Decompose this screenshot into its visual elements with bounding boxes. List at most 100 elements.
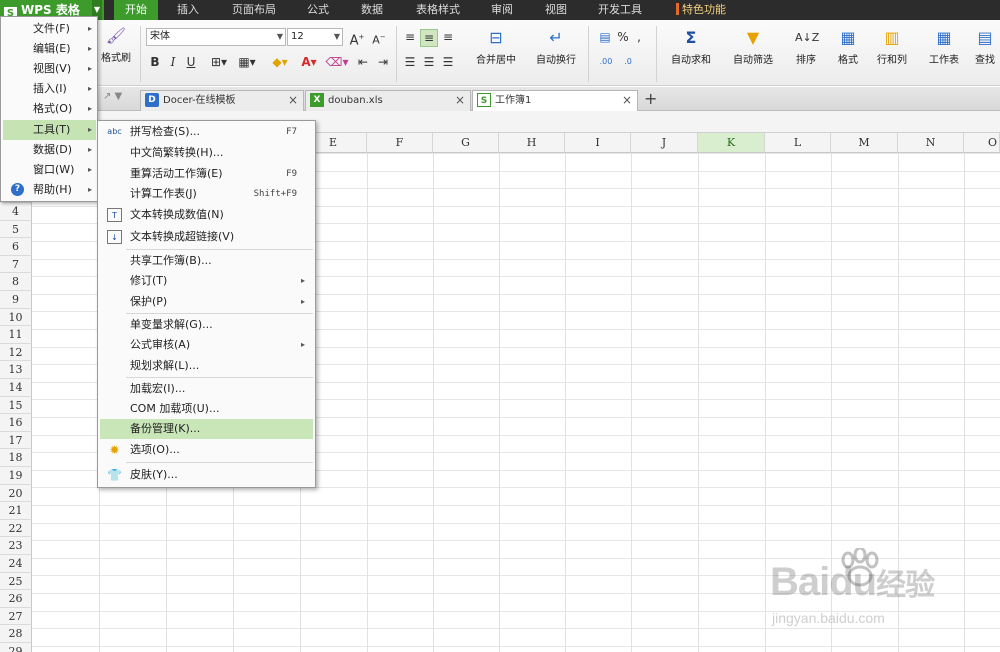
row-header[interactable]: 20 — [0, 484, 32, 503]
menu-item-backup-management[interactable]: 备份管理(K)... — [100, 419, 313, 439]
column-header[interactable]: O — [964, 133, 1000, 153]
align-middle-icon[interactable]: ≡ — [420, 29, 438, 47]
increase-font-icon[interactable]: A+ — [348, 29, 366, 49]
row-header[interactable]: 16 — [0, 414, 32, 432]
row-header[interactable]: 26 — [0, 590, 32, 608]
row-header[interactable]: 4 — [0, 203, 32, 221]
column-header[interactable]: H — [499, 133, 565, 153]
close-icon[interactable]: × — [622, 91, 632, 110]
tab-insert[interactable]: 插入 — [168, 0, 208, 20]
format-button[interactable]: ▦ 格式 — [830, 28, 866, 66]
row-header[interactable]: 18 — [0, 449, 32, 467]
sort-button[interactable]: A↓Z 排序 — [786, 28, 826, 66]
row-header[interactable]: 17 — [0, 431, 32, 450]
merge-center-button[interactable]: ⊟ 合并居中 — [466, 28, 526, 66]
menu-item-spell-check[interactable]: abc 拼写检查(S)... F7 — [100, 122, 313, 142]
italic-button[interactable]: I — [166, 54, 180, 70]
column-header[interactable]: N — [898, 133, 964, 153]
fill-color-icon[interactable]: ◆▾ — [266, 54, 294, 70]
menu-item-add-ins[interactable]: 加载宏(I)... — [100, 379, 313, 399]
row-header[interactable]: 27 — [0, 607, 32, 626]
worksheet-button[interactable]: ▦ 工作表 — [922, 28, 966, 66]
row-header[interactable]: 22 — [0, 519, 32, 538]
menu-item-com-add-ins[interactable]: COM 加载项(U)... — [100, 399, 313, 419]
menu-item-text-to-number[interactable]: T 文本转换成数值(N) — [100, 205, 313, 225]
row-header[interactable]: 23 — [0, 537, 32, 555]
row-header[interactable]: 24 — [0, 555, 32, 573]
column-header-selected[interactable]: K — [698, 133, 765, 153]
menu-item-view[interactable]: 视图(V) ▸ — [3, 59, 96, 79]
menu-item-edit[interactable]: 编辑(E) ▸ — [3, 39, 96, 59]
menu-item-window[interactable]: 窗口(W) ▸ — [3, 160, 96, 180]
column-header[interactable]: I — [565, 133, 631, 153]
rows-cols-button[interactable]: ▥ 行和列 — [870, 28, 914, 66]
row-header[interactable]: 10 — [0, 308, 32, 327]
doc-tab-douban[interactable]: X douban.xls × — [305, 90, 471, 111]
row-header[interactable]: 6 — [0, 238, 32, 256]
row-header[interactable]: 12 — [0, 343, 32, 362]
borders-icon[interactable]: ⊞▾ — [206, 54, 232, 70]
tab-special-features[interactable]: 特色功能 — [670, 0, 732, 20]
menu-item-calc-sheet[interactable]: 计算工作表(J) Shift+F9 — [100, 184, 313, 204]
column-header[interactable]: G — [433, 133, 499, 153]
autosum-button[interactable]: Σ 自动求和 — [664, 28, 718, 66]
font-name-select[interactable]: 宋体 ▼ — [146, 28, 286, 46]
doc-tab-docer[interactable]: D Docer-在线模板 × — [140, 90, 304, 111]
column-header[interactable]: F — [367, 133, 433, 153]
tab-nav-arrows[interactable]: ↗ ▼ — [103, 91, 122, 102]
menu-item-text-to-hyperlink[interactable]: ↓ 文本转换成超链接(V) — [100, 227, 313, 247]
menu-item-protect[interactable]: 保护(P) ▸ — [100, 292, 313, 312]
row-header[interactable]: 19 — [0, 467, 32, 485]
align-center-icon[interactable]: ☰ — [420, 54, 438, 70]
tab-formulas[interactable]: 公式 — [298, 0, 338, 20]
align-top-icon[interactable]: ≡ — [402, 29, 418, 45]
new-tab-plus-icon[interactable]: + — [644, 90, 657, 108]
align-bottom-icon[interactable]: ≡ — [440, 29, 456, 45]
find-button[interactable]: ▤ 查找 — [970, 28, 1000, 66]
percent-button[interactable]: % — [616, 29, 630, 45]
menu-item-format[interactable]: 格式(O) ▸ — [3, 99, 96, 119]
close-icon[interactable]: × — [455, 91, 465, 110]
tab-page-layout[interactable]: 页面布局 — [224, 0, 284, 20]
menu-item-share-workbook[interactable]: 共享工作簿(B)... — [100, 251, 313, 271]
row-header[interactable]: 8 — [0, 273, 32, 291]
row-header[interactable]: 25 — [0, 572, 32, 591]
menu-item-formula-auditing[interactable]: 公式审核(A) ▸ — [100, 335, 313, 355]
tab-data[interactable]: 数据 — [352, 0, 392, 20]
underline-button[interactable]: U — [184, 54, 198, 70]
indent-decrease-icon[interactable]: ⇤ — [356, 54, 370, 70]
tab-developer[interactable]: 开发工具 — [590, 0, 650, 20]
wrap-text-button[interactable]: ↵ 自动换行 — [530, 28, 582, 66]
column-header[interactable]: L — [765, 133, 831, 153]
row-header[interactable]: 14 — [0, 379, 32, 397]
row-header[interactable]: 15 — [0, 396, 32, 415]
row-header[interactable]: 28 — [0, 625, 32, 643]
bold-button[interactable]: B — [148, 54, 162, 70]
menu-item-tools[interactable]: 工具(T) ▸ — [3, 120, 96, 140]
row-header[interactable]: 13 — [0, 361, 32, 379]
menu-item-recalc-workbook[interactable]: 重算活动工作簿(E) F9 — [100, 164, 313, 184]
menu-item-skin[interactable]: 👕 皮肤(Y)... — [100, 465, 313, 485]
row-header[interactable]: 5 — [0, 220, 32, 239]
column-header[interactable]: M — [831, 133, 898, 153]
align-right-icon[interactable]: ☰ — [440, 54, 456, 70]
column-header[interactable]: J — [631, 133, 698, 153]
menu-item-goal-seek[interactable]: 单变量求解(G)... — [100, 315, 313, 335]
clear-format-icon[interactable]: ⌫▾ — [324, 54, 350, 70]
menu-item-data[interactable]: 数据(D) ▸ — [3, 140, 96, 160]
currency-icon[interactable]: ▤ — [596, 29, 614, 45]
tab-view[interactable]: 视图 — [536, 0, 576, 20]
tab-review[interactable]: 审阅 — [482, 0, 522, 20]
row-header[interactable]: 29 — [0, 643, 32, 652]
indent-increase-icon[interactable]: ⇥ — [376, 54, 390, 70]
comma-style-icon[interactable]: , — [634, 29, 644, 45]
menu-item-options[interactable]: ✹ 选项(O)... — [100, 440, 313, 460]
row-header[interactable]: 9 — [0, 291, 32, 309]
row-header[interactable]: 7 — [0, 255, 32, 274]
tab-home[interactable]: 开始 — [114, 0, 158, 20]
row-header[interactable]: 11 — [0, 326, 32, 344]
doc-tab-workbook1[interactable]: S 工作簿1 × — [472, 90, 638, 111]
tab-table-styles[interactable]: 表格样式 — [408, 0, 468, 20]
decrease-decimal-icon[interactable]: .0 — [618, 54, 638, 70]
menu-item-file[interactable]: 文件(F) ▸ — [3, 19, 96, 39]
